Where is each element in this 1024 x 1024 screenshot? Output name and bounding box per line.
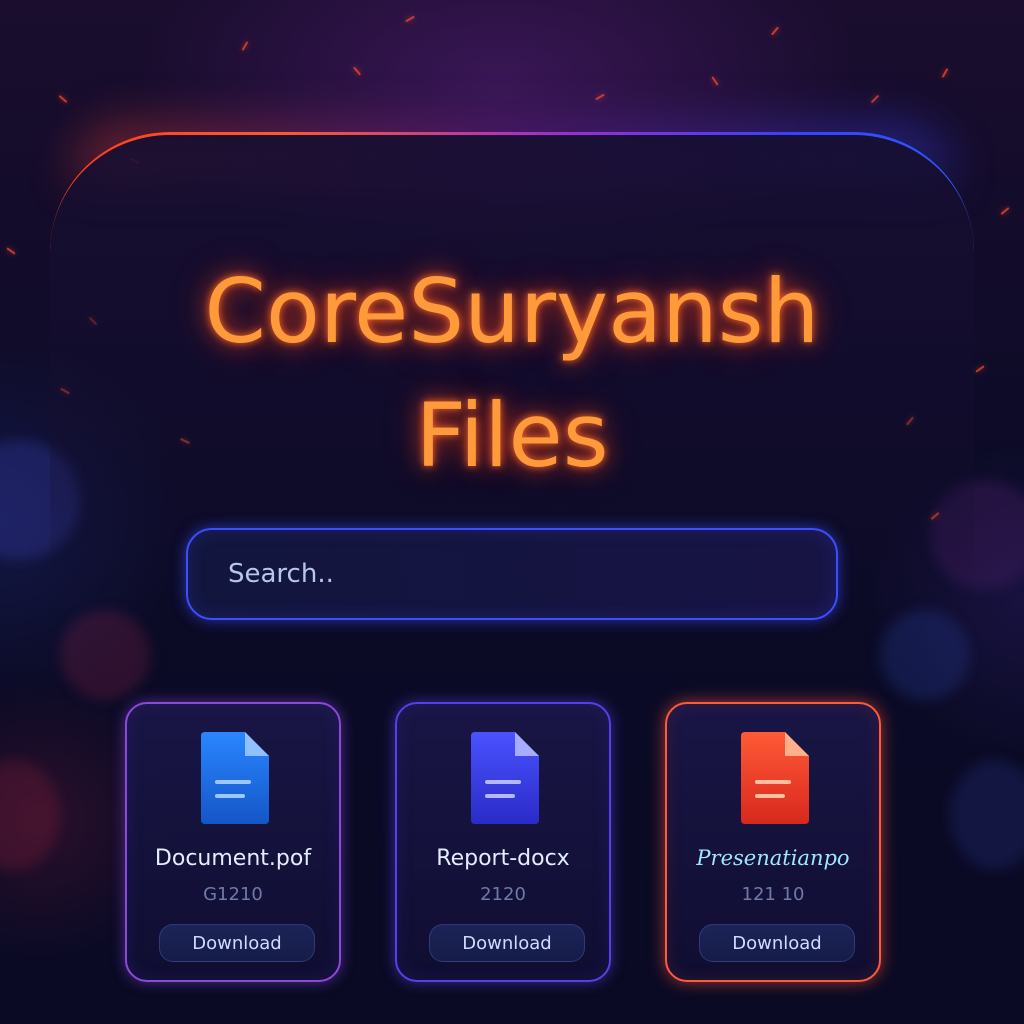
search-input[interactable] — [226, 558, 836, 590]
file-name: Presenatianpo — [696, 846, 850, 870]
app-root: CoreSuryansh Files Document.pof G1210 Do… — [0, 0, 1024, 1024]
file-card[interactable]: Presenatianpo 121 10 Download — [665, 702, 881, 982]
spark — [6, 247, 16, 255]
search-bar[interactable] — [186, 528, 838, 620]
spark — [58, 95, 68, 103]
download-button[interactable]: Download — [699, 924, 855, 962]
file-size: G1210 — [203, 884, 263, 905]
file-card[interactable]: Report-docx 2120 Download — [395, 702, 611, 982]
document-icon — [471, 732, 539, 824]
page-subtitle: Files — [415, 384, 609, 487]
file-size: 2120 — [480, 884, 526, 905]
spark — [711, 76, 719, 86]
spark — [353, 66, 361, 76]
spark — [241, 41, 249, 51]
spark — [595, 93, 605, 101]
file-name: Document.pof — [154, 846, 312, 871]
page-title: CoreSuryansh — [204, 260, 820, 363]
download-button[interactable]: Download — [429, 924, 585, 962]
bokeh-light — [950, 760, 1024, 870]
file-name: Report-docx — [436, 846, 570, 871]
spark — [870, 94, 880, 104]
document-icon — [741, 732, 809, 824]
bokeh-light — [0, 760, 60, 870]
spark — [771, 26, 779, 36]
file-size: 121 10 — [741, 884, 805, 905]
spark — [1000, 207, 1010, 215]
spark — [405, 15, 415, 23]
file-card[interactable]: Document.pof G1210 Download — [125, 702, 341, 982]
download-button[interactable]: Download — [159, 924, 315, 962]
spark — [975, 365, 985, 373]
document-icon — [201, 732, 269, 824]
spark — [941, 68, 949, 78]
